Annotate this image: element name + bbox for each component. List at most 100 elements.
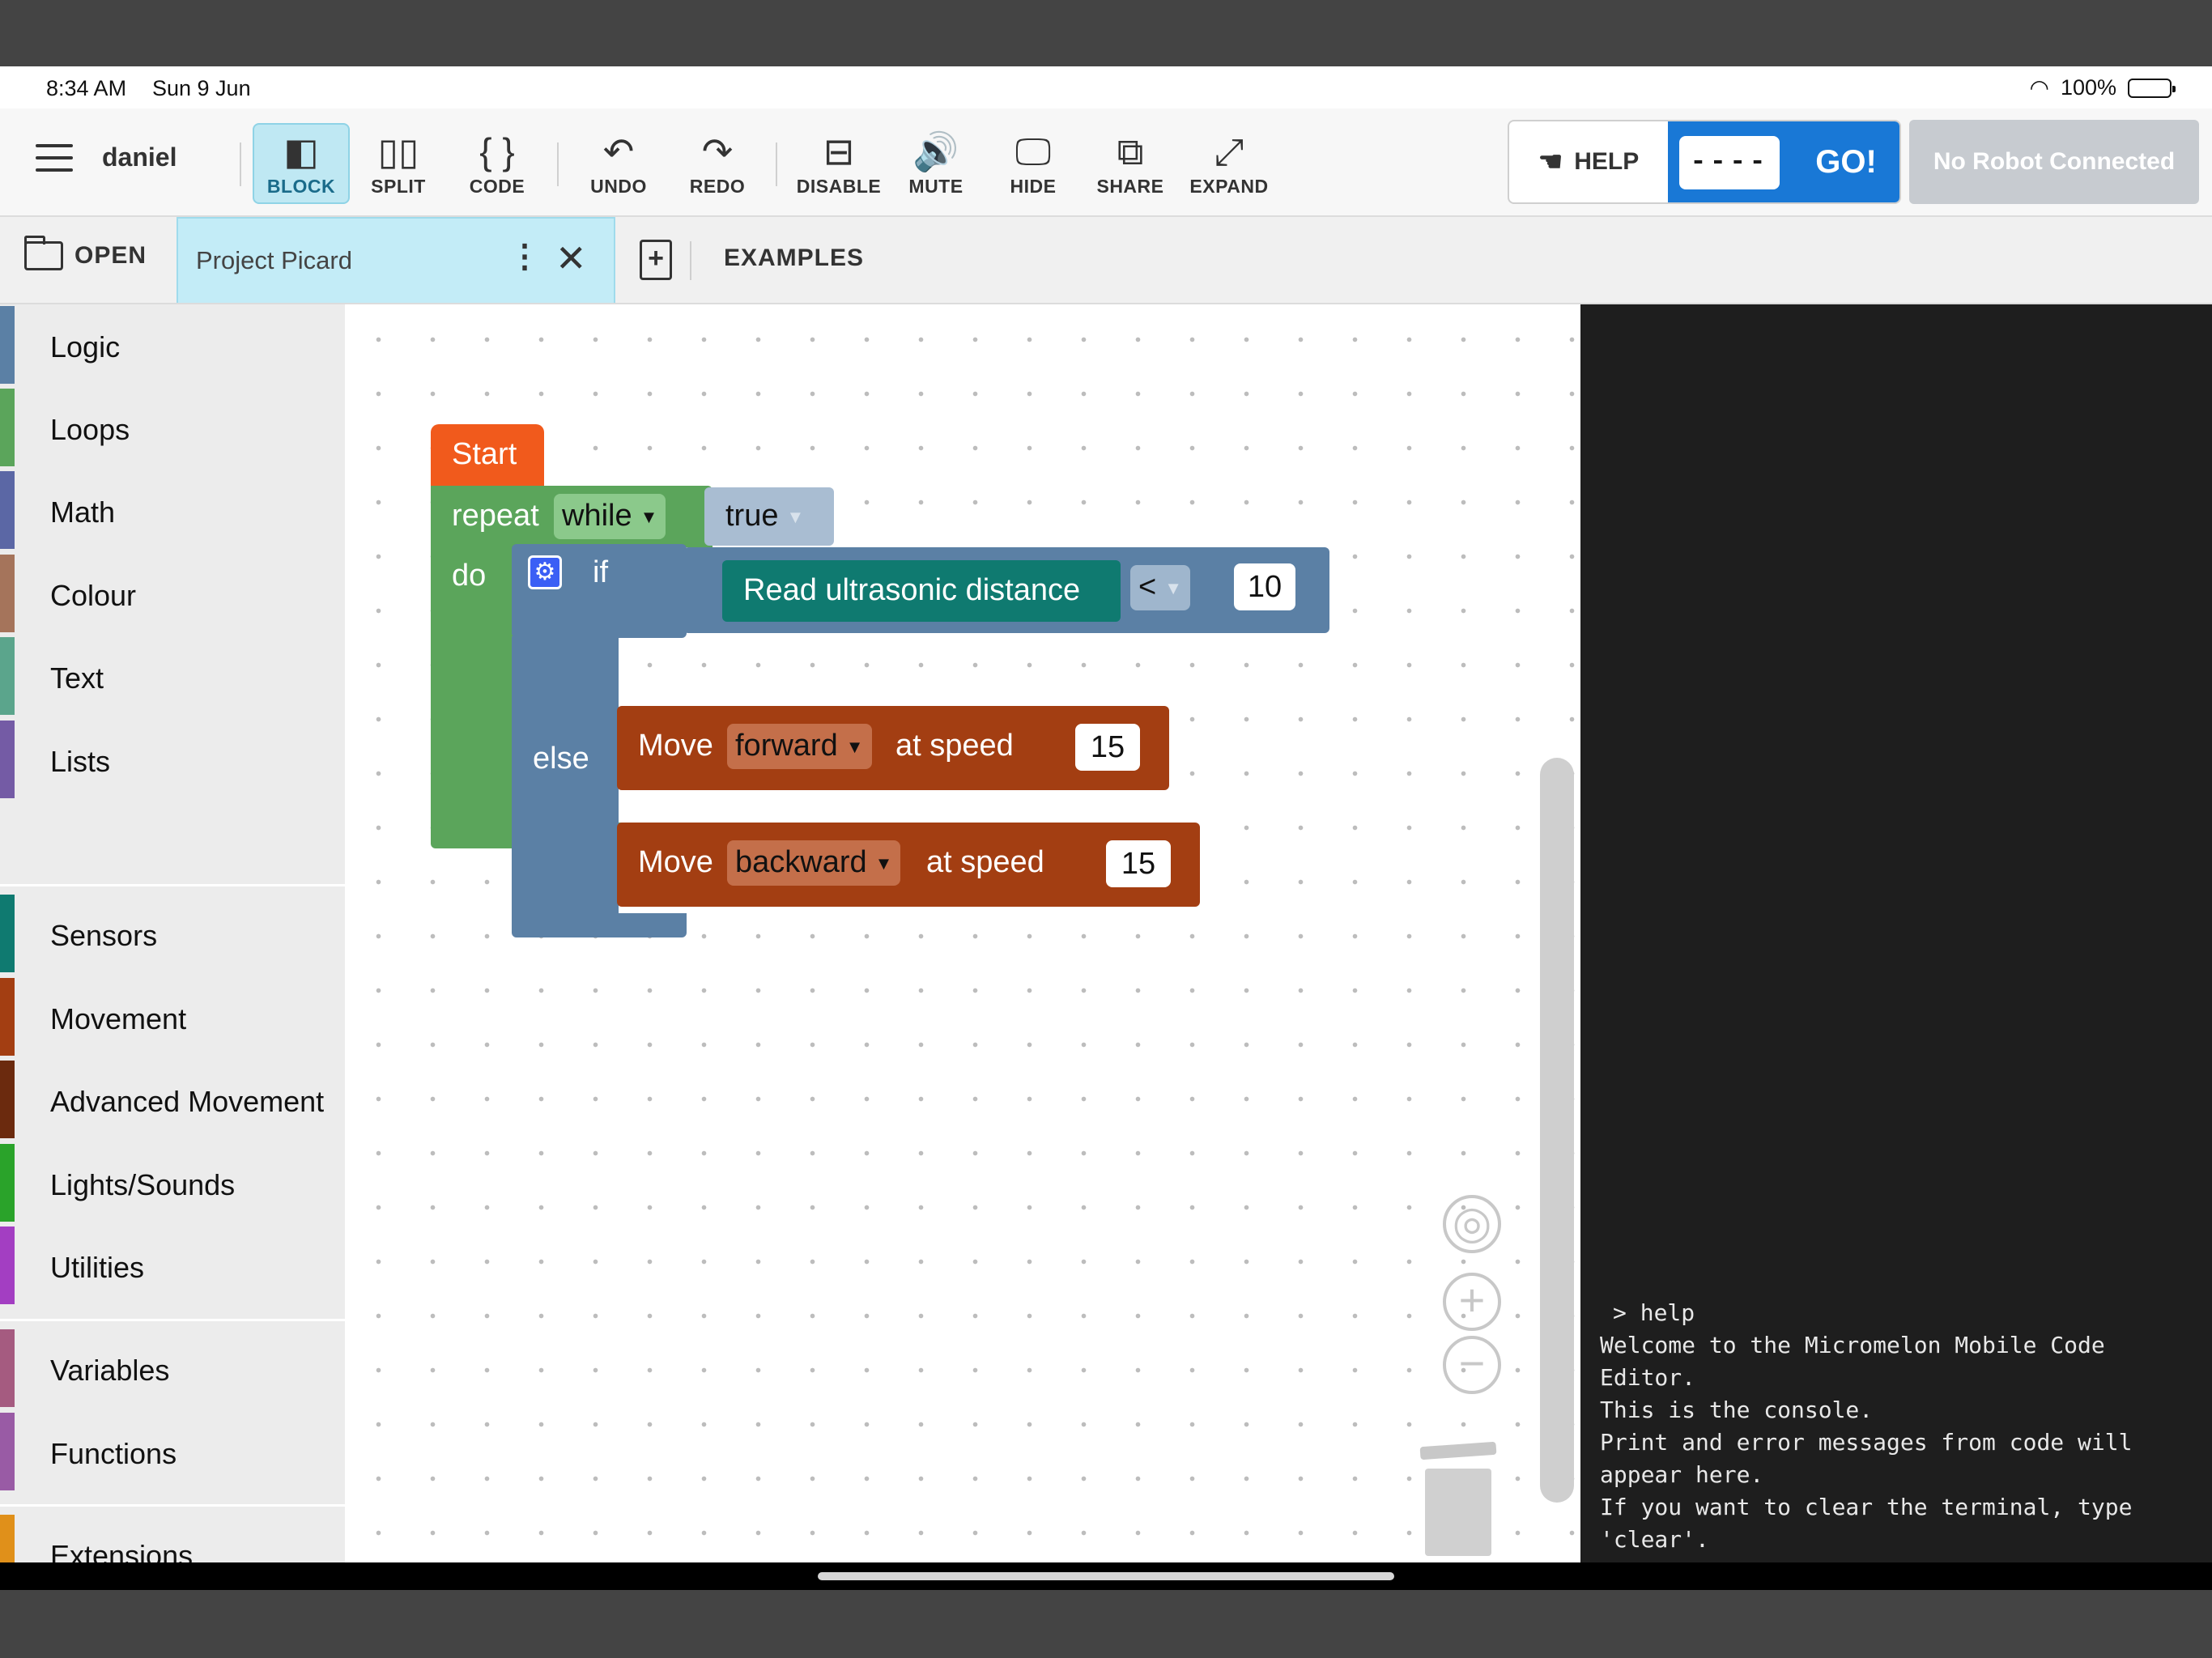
status-bar: 8:34 AM Sun 9 Jun ◠ 100% bbox=[0, 66, 2212, 108]
boolean-value: true bbox=[725, 499, 779, 533]
go-button[interactable]: GO! bbox=[1797, 121, 1895, 202]
hamburger-menu-icon[interactable] bbox=[36, 144, 73, 172]
chevron-down-icon: ▼ bbox=[874, 852, 893, 874]
chevron-down-icon: ▼ bbox=[640, 506, 658, 527]
category-text[interactable]: Text bbox=[0, 637, 345, 715]
hide-button[interactable]: 🖵 HIDE bbox=[985, 123, 1082, 204]
category-label: Logic bbox=[50, 330, 121, 363]
mute-button[interactable]: 🔊 MUTE bbox=[887, 123, 985, 204]
category-functions[interactable]: Functions bbox=[0, 1413, 345, 1490]
category-label: Variables bbox=[50, 1354, 170, 1387]
category-lists[interactable]: Lists bbox=[0, 721, 345, 798]
share-label: SHARE bbox=[1096, 175, 1164, 197]
compare-operator: < bbox=[1138, 570, 1157, 604]
project-tab-bar: OPEN Project Picard ⋮ ✕ + EXAMPLES bbox=[0, 217, 2212, 304]
share-button[interactable]: ⧉ SHARE bbox=[1082, 123, 1179, 204]
toolbar-divider bbox=[240, 142, 241, 186]
disable-button[interactable]: ⊟ DISABLE bbox=[790, 123, 887, 204]
category-variables[interactable]: Variables bbox=[0, 1329, 345, 1407]
at-speed-label: at speed bbox=[895, 729, 1014, 763]
redo-button[interactable]: ↷ REDO bbox=[669, 123, 766, 204]
project-tab-name: Project Picard bbox=[196, 246, 352, 274]
repeat-mode-value: while bbox=[562, 499, 632, 533]
trash-icon[interactable] bbox=[1419, 1441, 1497, 1559]
monitor-icon: 🖵 bbox=[1015, 130, 1052, 172]
redo-icon: ↷ bbox=[701, 130, 734, 172]
block-view-icon: ◧ bbox=[283, 130, 319, 172]
robot-status-button[interactable]: No Robot Connected bbox=[1909, 120, 2199, 204]
examples-button[interactable]: EXAMPLES bbox=[724, 244, 864, 272]
category-advanced-movement[interactable]: Advanced Movement bbox=[0, 1061, 345, 1138]
direction-value: backward bbox=[735, 845, 867, 879]
undo-button[interactable]: ↶ UNDO bbox=[570, 123, 667, 204]
category-label: Text bbox=[50, 661, 104, 695]
close-icon[interactable]: ✕ bbox=[555, 236, 587, 280]
move-backward-block[interactable]: Move backward ▼ at speed 15 bbox=[617, 823, 1200, 907]
block-workspace[interactable]: Start repeat while ▼ do true ▼ ⚙ if do els… bbox=[345, 304, 1580, 1562]
disable-label: DISABLE bbox=[796, 175, 882, 197]
split-view-button[interactable]: ▯▯ SPLIT bbox=[350, 123, 447, 204]
direction-dropdown[interactable]: forward ▼ bbox=[727, 724, 872, 769]
compare-value-field[interactable]: 10 bbox=[1234, 563, 1295, 610]
status-date: Sun 9 Jun bbox=[152, 76, 251, 100]
open-label: OPEN bbox=[74, 242, 147, 269]
share-screen-icon: ⧉ bbox=[1117, 130, 1144, 172]
move-forward-block[interactable]: Move forward ▼ at speed 15 bbox=[617, 706, 1169, 790]
toolbar-divider bbox=[557, 142, 559, 186]
undo-icon: ↶ bbox=[602, 130, 635, 172]
repeat-while-block[interactable]: repeat while ▼ bbox=[431, 486, 713, 547]
expand-label: EXPAND bbox=[1189, 175, 1269, 197]
category-movement[interactable]: Movement bbox=[0, 978, 345, 1056]
compare-operator-dropdown[interactable]: < ▼ bbox=[1130, 565, 1190, 610]
loop-do-label: do bbox=[452, 559, 487, 593]
speed-field[interactable]: 15 bbox=[1106, 840, 1171, 887]
help-hand-icon: ☚ bbox=[1538, 147, 1563, 177]
direction-dropdown[interactable]: backward ▼ bbox=[727, 840, 901, 886]
help-button[interactable]: ☚ HELP bbox=[1509, 121, 1668, 202]
code-view-button[interactable]: { } CODE bbox=[449, 123, 546, 204]
block-view-button[interactable]: ◧ BLOCK bbox=[253, 123, 350, 204]
speed-field[interactable]: 15 bbox=[1075, 724, 1140, 771]
category-color-swatch bbox=[0, 1329, 15, 1407]
vertical-scrollbar[interactable] bbox=[1540, 758, 1574, 1503]
undo-label: UNDO bbox=[590, 175, 647, 197]
start-block[interactable]: Start bbox=[431, 424, 544, 489]
zoom-out-icon[interactable]: − bbox=[1443, 1336, 1501, 1394]
category-utilities[interactable]: Utilities bbox=[0, 1226, 345, 1304]
at-speed-label: at speed bbox=[926, 845, 1044, 879]
gear-icon[interactable]: ⚙ bbox=[528, 555, 562, 589]
category-logic[interactable]: Logic bbox=[0, 306, 345, 384]
expand-button[interactable]: ⤢ EXPAND bbox=[1180, 123, 1278, 204]
split-view-icon: ▯▯ bbox=[377, 130, 419, 172]
category-lights-sounds[interactable]: Lights/Sounds bbox=[0, 1144, 345, 1222]
ultrasonic-sensor-block[interactable]: Read ultrasonic distance bbox=[722, 560, 1121, 622]
if-else-body: else bbox=[512, 636, 619, 920]
boolean-value-dropdown[interactable]: true ▼ bbox=[717, 494, 812, 539]
boolean-true-block[interactable]: true ▼ bbox=[704, 487, 834, 546]
home-indicator[interactable] bbox=[818, 1572, 1394, 1580]
if-else-block[interactable]: ⚙ if do bbox=[512, 544, 687, 678]
more-options-icon[interactable]: ⋮ bbox=[508, 238, 541, 275]
new-file-icon[interactable]: + bbox=[640, 240, 672, 280]
home-indicator-area bbox=[0, 1562, 2212, 1590]
category-label: Lights/Sounds bbox=[50, 1168, 236, 1201]
console-command: > help bbox=[1613, 1299, 1695, 1326]
zoom-in-icon[interactable]: + bbox=[1443, 1273, 1501, 1331]
speaker-icon: 🔊 bbox=[912, 130, 959, 172]
wifi-icon: ◠ bbox=[2029, 75, 2049, 100]
block-category-sidebar: Logic Loops Math Colour Text Lists Senso… bbox=[0, 304, 345, 1590]
repeat-mode-dropdown[interactable]: while ▼ bbox=[554, 494, 666, 539]
direction-value: forward bbox=[735, 729, 838, 763]
category-sensors[interactable]: Sensors bbox=[0, 895, 345, 972]
category-colour[interactable]: Colour bbox=[0, 555, 345, 632]
robot-code-input[interactable]: ---- bbox=[1679, 136, 1780, 189]
category-math[interactable]: Math bbox=[0, 471, 345, 549]
open-button[interactable]: OPEN bbox=[24, 236, 147, 270]
recenter-icon[interactable]: ◎ bbox=[1443, 1195, 1501, 1253]
category-label: Colour bbox=[50, 579, 137, 612]
username: daniel bbox=[102, 142, 177, 172]
console-panel[interactable]: > help Welcome to the Micromelon Mobile … bbox=[1580, 304, 2212, 1590]
move-label: Move bbox=[638, 729, 713, 763]
project-tab[interactable]: Project Picard ⋮ ✕ bbox=[177, 217, 615, 303]
category-loops[interactable]: Loops bbox=[0, 389, 345, 466]
